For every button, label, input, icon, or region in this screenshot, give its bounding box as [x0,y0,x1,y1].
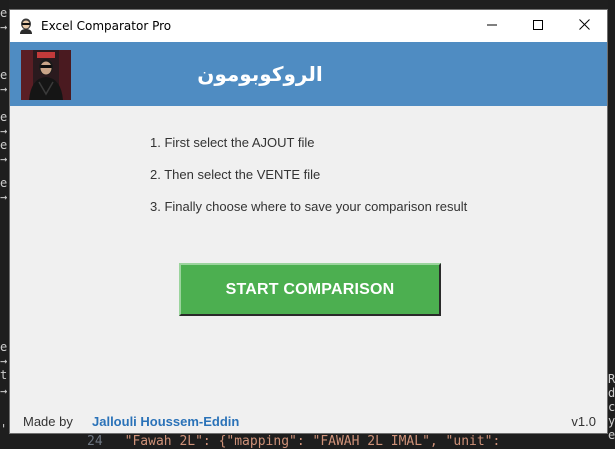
header-banner: الروكوبومون [10,42,607,106]
app-window: Excel Comparator Pro الروكوبومون 1. Firs… [9,9,608,434]
background-code-fragment: R [608,372,615,386]
instruction-step: 1. First select the AJOUT file [150,135,315,150]
background-code-fragment: e [608,428,615,442]
minimize-button[interactable] [469,10,515,42]
background-editor-bottom: 24 "Fawah 2L": {"mapping": "FAWAH 2L IMAL… [9,434,608,449]
background-code-fragment: → [0,384,8,398]
background-code-fragment: e [0,340,8,354]
background-code-fragment: → [0,82,8,96]
background-code-fragment: → [0,20,8,34]
background-code-fragment: → [0,190,8,204]
maximize-icon [533,17,543,35]
header-title: الروكوبومون [197,62,323,86]
version-label: v1.0 [571,414,596,429]
background-code-fragment: e [0,68,8,82]
background-code-fragment: → [0,124,8,138]
person-icon [19,18,33,34]
minimize-icon [487,17,497,35]
background-line-number: 24 [87,434,103,449]
background-editor-left: e → e → e → e → e → e → t → ' [0,0,9,449]
avatar [21,50,71,100]
background-code-fragment: y [608,414,615,428]
background-code-fragment: → [0,354,8,368]
background-code-fragment: c [608,400,615,414]
background-code-fragment: → [0,152,8,166]
instructions-list: 1. First select the AJOUT file 2. Then s… [150,134,467,230]
background-code-fragment: d [608,386,615,400]
window-title: Excel Comparator Pro [41,19,172,33]
background-editor-right: R d c y e [608,0,615,449]
instruction-step: 3. Finally choose where to save your com… [150,199,468,214]
background-code-fragment: e [0,176,8,190]
background-code-fragment: e [0,6,8,20]
instruction-step: 2. Then select the VENTE file [150,167,321,182]
title-bar[interactable]: Excel Comparator Pro [10,10,607,42]
made-by-label: Made by [23,414,73,429]
author-name: Jallouli Houssem-Eddin [92,414,240,429]
background-code-fragment: e [0,110,8,124]
close-icon [578,17,590,35]
background-code-fragment: ' [0,422,8,436]
background-code-fragment: t [0,368,8,382]
start-comparison-button[interactable]: START COMPARISON [179,263,441,316]
background-code-fragment: e [0,138,8,152]
close-button[interactable] [561,10,607,42]
background-code-line: "Fawah 2L": {"mapping": "FAWAH 2L IMAL",… [124,434,501,449]
maximize-button[interactable] [515,10,561,42]
